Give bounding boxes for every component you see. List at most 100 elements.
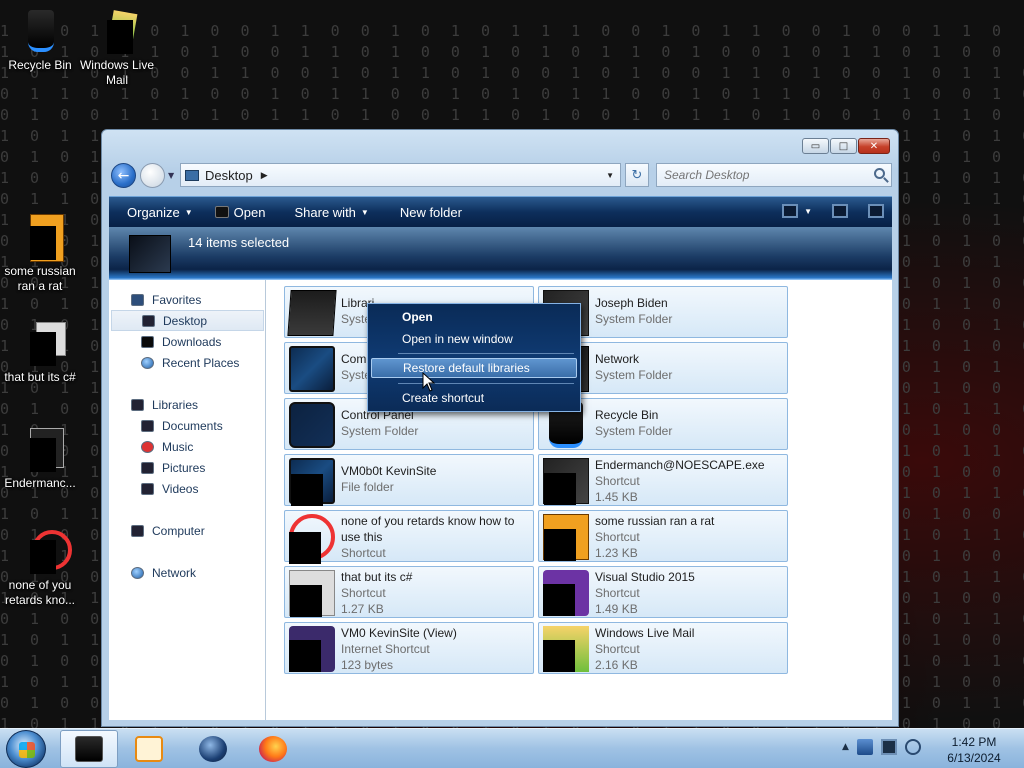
nav-libraries[interactable]: Libraries bbox=[111, 394, 264, 415]
show-hidden-icons-button[interactable]: ▲ bbox=[842, 742, 849, 752]
start-button[interactable] bbox=[6, 730, 46, 768]
visual-studio-icon bbox=[543, 570, 589, 616]
item-type: System Folder bbox=[595, 312, 673, 326]
recent-pages-dropdown-icon[interactable]: ▼ bbox=[168, 171, 174, 180]
item-size: 2.16 KB bbox=[595, 658, 638, 672]
item-type: Shortcut bbox=[595, 530, 640, 544]
breadcrumb-chevron-icon[interactable]: ▶ bbox=[261, 170, 268, 181]
nav-recent-places[interactable]: Recent Places bbox=[111, 352, 264, 373]
organize-button[interactable]: Organize ▼ bbox=[109, 205, 204, 220]
nav-desktop[interactable]: Desktop bbox=[111, 310, 264, 331]
nav-label: Computer bbox=[152, 523, 205, 538]
forward-button[interactable] bbox=[140, 163, 165, 188]
item-type: System Folder bbox=[595, 368, 673, 382]
nav-downloads[interactable]: Downloads bbox=[111, 331, 264, 352]
context-open[interactable]: Open bbox=[371, 307, 577, 327]
item-name: that but its c# bbox=[341, 570, 413, 584]
search-input[interactable] bbox=[657, 164, 857, 186]
taskbar-explorer[interactable] bbox=[60, 730, 118, 768]
context-restore-default-libraries[interactable]: Restore default libraries bbox=[371, 358, 577, 378]
nav-documents[interactable]: Documents bbox=[111, 415, 264, 436]
item-endermanch[interactable]: Endermanch@NOESCAPE.exe Shortcut 1.45 KB bbox=[538, 454, 788, 506]
item-windows-live-mail[interactable]: Windows Live Mail Shortcut 2.16 KB bbox=[538, 622, 788, 674]
clock-time: 1:42 PM bbox=[951, 735, 997, 749]
maximize-button[interactable]: □ bbox=[830, 138, 857, 154]
view-options-chevron-icon[interactable]: ▼ bbox=[804, 207, 812, 216]
favorites-star-icon bbox=[131, 293, 144, 306]
open-button[interactable]: Open bbox=[204, 205, 277, 220]
nav-label: Pictures bbox=[162, 460, 206, 475]
share-with-button[interactable]: Share with ▼ bbox=[276, 205, 379, 220]
address-location[interactable]: Desktop bbox=[205, 168, 253, 183]
search-icon[interactable] bbox=[874, 168, 885, 179]
search-box bbox=[656, 163, 892, 187]
context-open-new-window[interactable]: Open in new window bbox=[371, 329, 577, 349]
item-some-russian-ran-a-rat[interactable]: some russian ran a rat Shortcut 1.23 KB bbox=[538, 510, 788, 562]
item-type: Shortcut bbox=[341, 586, 386, 600]
nav-pictures[interactable]: Pictures bbox=[111, 457, 264, 478]
desktop-icon-endermanch[interactable]: Endermanc... bbox=[0, 426, 80, 491]
view-controls: ▼ bbox=[782, 204, 884, 218]
volume-icon[interactable] bbox=[904, 739, 921, 755]
item-vm0b0t-kevinsite[interactable]: VM0b0t KevinSite File folder bbox=[284, 454, 534, 506]
item-visual-studio-2015[interactable]: Visual Studio 2015 Shortcut 1.49 KB bbox=[538, 566, 788, 618]
context-menu: Open Open in new window Restore default … bbox=[367, 303, 581, 412]
system-clock[interactable]: 1:42 PM 6/13/2024 bbox=[936, 734, 1012, 766]
item-vm0-kevinsite-view[interactable]: VM0 KevinSite (View) Internet Shortcut 123… bbox=[284, 622, 534, 674]
desktop-icon bbox=[142, 314, 155, 327]
item-that-but-its-csharp[interactable]: that but its c# Shortcut 1.27 KB bbox=[284, 566, 534, 618]
desktop-icon-russian-rat[interactable]: some russian ran a rat bbox=[0, 214, 80, 294]
desktop-icon-recycle-bin[interactable]: Recycle Bin bbox=[0, 8, 80, 73]
network-icon bbox=[131, 566, 144, 579]
desktop-icon-label: Windows Live Mail bbox=[79, 58, 155, 87]
item-type: Shortcut bbox=[595, 474, 640, 488]
address-bar[interactable]: Desktop ▶ ▼ bbox=[180, 163, 621, 187]
item-size: 1.49 KB bbox=[595, 602, 638, 616]
computer-icon bbox=[131, 524, 144, 537]
item-type: File folder bbox=[341, 480, 394, 494]
address-dropdown-icon[interactable]: ▼ bbox=[606, 171, 614, 180]
libraries-icon bbox=[131, 398, 144, 411]
navigation-pane: Favorites Desktop Downloads Recent Place… bbox=[109, 280, 266, 720]
item-name: VM0b0t KevinSite bbox=[341, 464, 437, 478]
app-shortcut-icon bbox=[543, 514, 589, 561]
refresh-button[interactable]: ↻ bbox=[625, 163, 649, 187]
item-type: Internet Shortcut bbox=[341, 642, 430, 656]
new-folder-button[interactable]: New folder bbox=[380, 205, 473, 220]
nav-music[interactable]: Music bbox=[111, 436, 264, 457]
preview-pane-icon[interactable] bbox=[832, 204, 848, 218]
back-button[interactable]: ← bbox=[111, 163, 136, 188]
item-name: Network bbox=[595, 352, 640, 366]
item-size: 1.27 KB bbox=[341, 602, 384, 616]
desktop-icon-that-but-its-csharp[interactable]: that but its c# bbox=[0, 320, 80, 385]
nav-computer[interactable]: Computer bbox=[111, 520, 264, 541]
close-button[interactable]: ✕ bbox=[858, 138, 890, 154]
taskbar-media-player[interactable] bbox=[120, 730, 178, 768]
item-name: Recycle Bin bbox=[595, 408, 659, 422]
context-create-shortcut[interactable]: Create shortcut bbox=[371, 388, 577, 408]
nav-network[interactable]: Network bbox=[111, 562, 264, 583]
network-status-icon[interactable] bbox=[880, 739, 897, 755]
change-view-icon[interactable] bbox=[782, 204, 799, 218]
taskbar-globe-app[interactable] bbox=[184, 730, 242, 768]
new-folder-label: New folder bbox=[399, 204, 462, 220]
desktop-icon-none-of-you[interactable]: none of you retards kno... bbox=[0, 528, 80, 608]
nav-favorites[interactable]: Favorites bbox=[111, 289, 264, 310]
help-icon[interactable] bbox=[868, 204, 884, 218]
item-name: Windows Live Mail bbox=[595, 626, 695, 640]
item-size: 1.45 KB bbox=[595, 490, 638, 504]
desktop-icon-label: none of you retards kno... bbox=[4, 578, 76, 607]
explorer-window: ▭ □ ✕ ← ▼ Desktop ▶ ▼ ↻ Organize ▼ bbox=[101, 129, 899, 727]
videos-icon bbox=[141, 482, 154, 495]
nav-videos[interactable]: Videos bbox=[111, 478, 264, 499]
desktop-icon-windows-live-mail[interactable]: Windows Live Mail bbox=[77, 8, 157, 88]
minimize-button[interactable]: ▭ bbox=[802, 138, 829, 154]
document-shortcut-icon bbox=[289, 570, 335, 617]
nav-label: Downloads bbox=[162, 334, 222, 349]
chevron-down-icon: ▼ bbox=[184, 207, 193, 217]
document-shortcut-icon bbox=[16, 320, 66, 368]
item-none-of-you[interactable]: none of you retards know how to use this… bbox=[284, 510, 534, 564]
taskbar-firefox[interactable] bbox=[244, 730, 302, 768]
action-center-icon[interactable] bbox=[856, 739, 873, 755]
item-name: some russian ran a rat bbox=[595, 514, 715, 528]
